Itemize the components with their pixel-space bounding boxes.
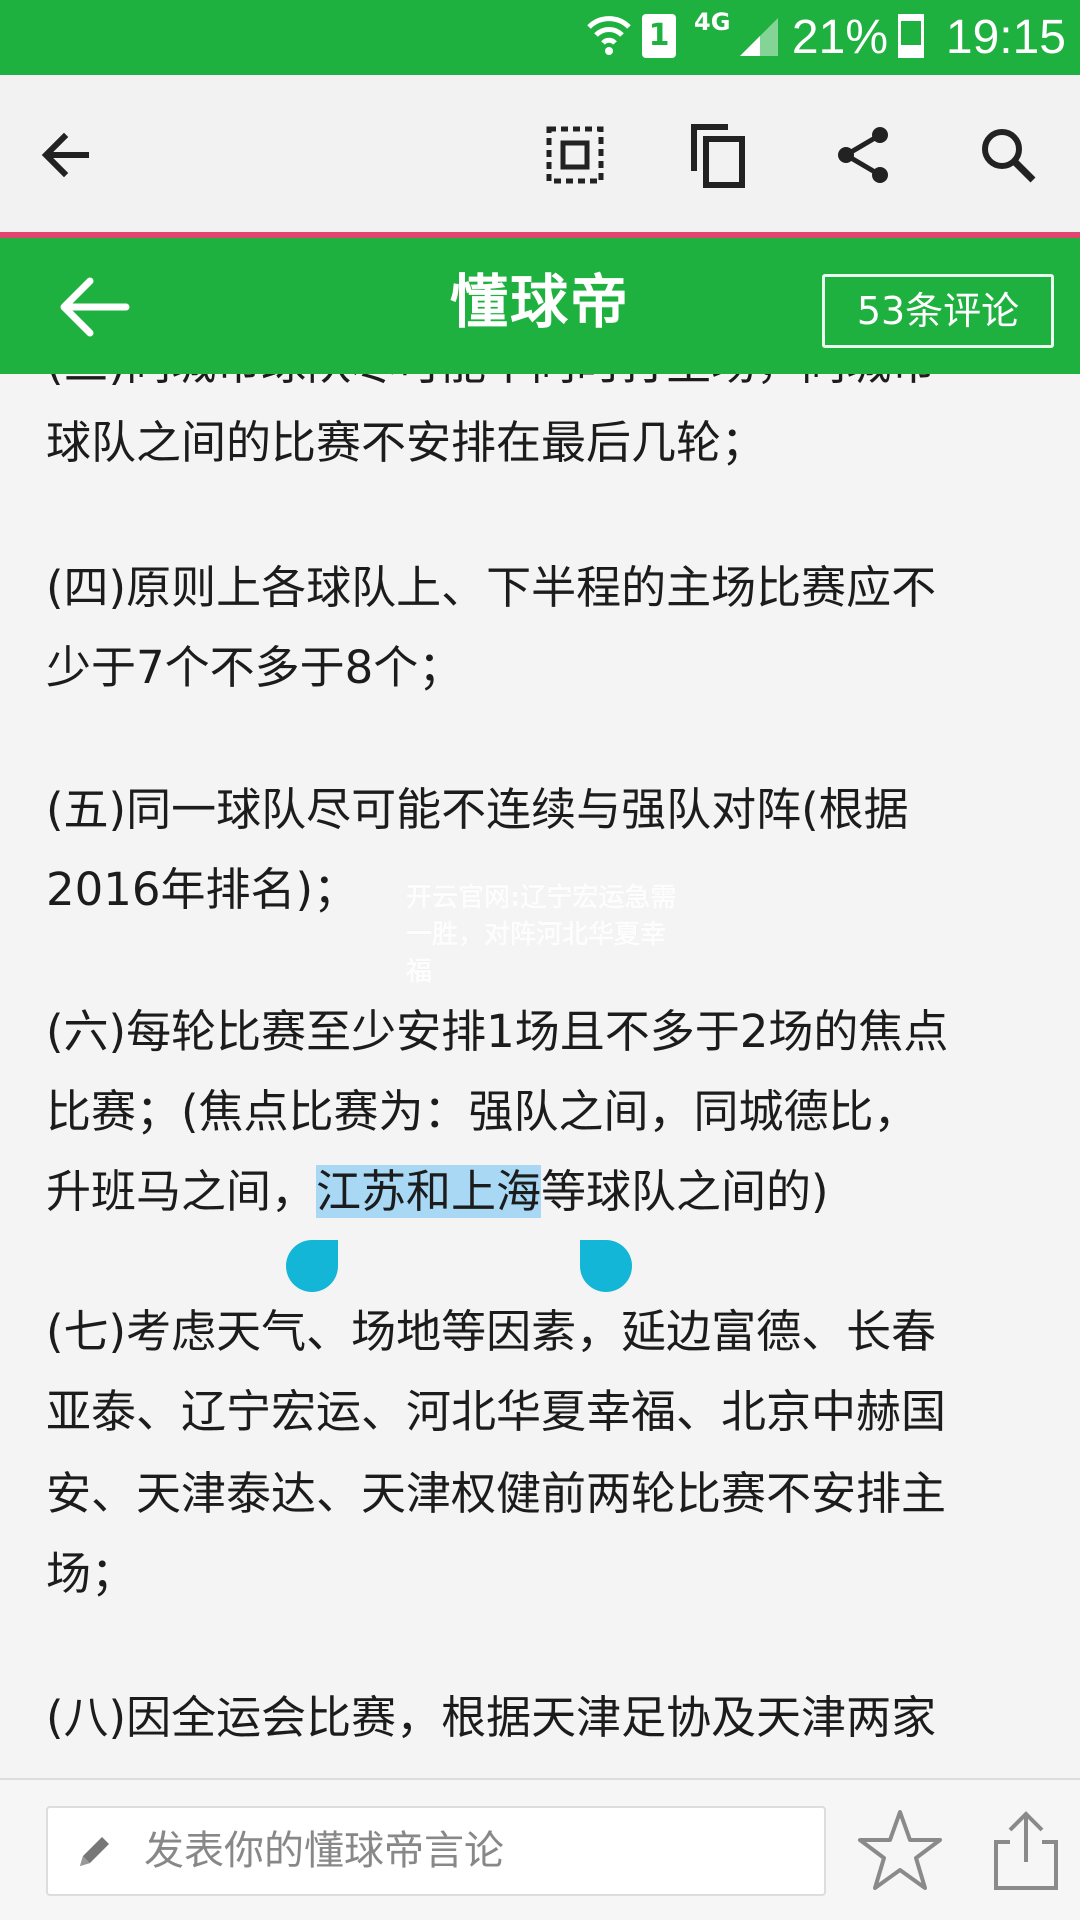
battery-percent: 21% (791, 11, 888, 64)
sim-card-icon: 1 (642, 14, 676, 58)
comment-bar: 发表你的懂球帝言论 (0, 1778, 1080, 1920)
article-text: 等球队之间的) (541, 1165, 829, 1218)
article-line: (六)每轮比赛至少安排1场且不多于2场的焦点 (46, 1005, 949, 1058)
star-icon (858, 1810, 942, 1890)
selection-handle-end[interactable] (580, 1240, 632, 1292)
selection-action-bar (0, 75, 1080, 238)
share-button[interactable] (824, 115, 904, 195)
app-header: 懂球帝 53条评论 (0, 238, 1080, 374)
back-arrow-icon (41, 132, 89, 178)
article-line: 安、天津泰达、天津权健前两轮比赛不安排主 (46, 1467, 947, 1520)
back-button[interactable] (26, 115, 106, 195)
favorite-button[interactable] (852, 1802, 948, 1898)
watermark-text: 开云官网:辽宁宏运急需一胜，对阵河北华夏幸福 (406, 883, 677, 987)
comment-input[interactable]: 发表你的懂球帝言论 (46, 1806, 826, 1896)
status-bar: 1 4G 21% 19:15 (0, 0, 1080, 75)
select-all-button[interactable] (535, 115, 615, 195)
article-line: (四)原则上各球队上、下半程的主场比赛应不 (46, 561, 937, 614)
comments-count-button[interactable]: 53条评论 (822, 274, 1054, 348)
select-all-icon (546, 126, 604, 184)
battery-icon (898, 14, 924, 58)
network-type: 4G (694, 8, 731, 36)
sim-slot-number: 1 (648, 18, 670, 53)
article-line: (三)同城市球队尽可能不同时打主场，同城市 (46, 374, 1056, 396)
share-icon (838, 127, 888, 183)
article-line: 比赛；(焦点比赛为：强队之间，同城德比， (46, 1085, 919, 1138)
article-line: 少于7个不多于8个； (46, 641, 464, 694)
comment-placeholder: 发表你的懂球帝言论 (144, 1828, 504, 1874)
copy-button[interactable] (678, 115, 758, 195)
selection-handle-start[interactable] (286, 1240, 338, 1292)
signal-icon (740, 18, 778, 56)
article-line: (五)同一球队尽可能不连续与强队对阵(根据 (46, 783, 909, 836)
search-button[interactable] (968, 115, 1048, 195)
article-line: 亚泰、辽宁宏运、河北华夏幸福、北京中赫国 (46, 1385, 947, 1438)
selected-text[interactable]: 江苏和上海 (316, 1165, 542, 1218)
pencil-icon (80, 1837, 109, 1866)
article-text: 升班马之间， (46, 1165, 317, 1218)
article-line: (八)因全运会比赛，根据天津足协及天津两家 (46, 1691, 937, 1744)
search-icon (982, 129, 1036, 183)
article-line: (七)考虑天气、场地等因素，延边富德、长春 (46, 1305, 937, 1358)
wifi-icon (587, 16, 631, 55)
clock: 19:15 (945, 11, 1066, 64)
article-line: 场； (46, 1547, 137, 1600)
article-line: 球队之间的比赛不安排在最后几轮； (46, 416, 767, 469)
article-body: (三)同城市球队尽可能不同时打主场，同城市 球队之间的比赛不安排在最后几轮； (… (0, 374, 1080, 1778)
share-upload-icon (994, 1811, 1058, 1890)
copy-icon (691, 124, 745, 188)
share-article-button[interactable] (978, 1802, 1074, 1898)
article-line: 升班马之间，江苏和上海等球队之间的) (46, 1160, 1056, 1224)
